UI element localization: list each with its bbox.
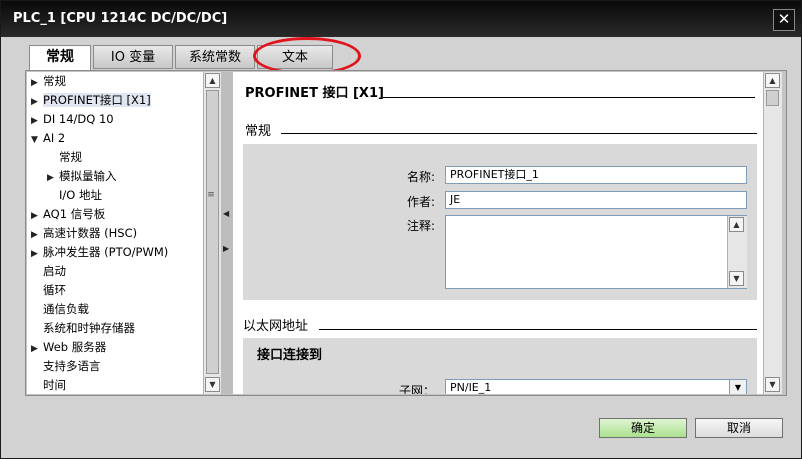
navigation-tree: ▶ 常规 ▶ PROFINET接口 [X1] ▶ DI 14/DQ 10 ▼ AI 2 常规 ▶ 模…	[27, 72, 203, 394]
general-heading: 常规	[245, 124, 272, 139]
cancel-button[interactable]: 取消	[695, 418, 783, 438]
tree-item[interactable]: ▶ AQ1 信号板	[31, 205, 105, 224]
tree-item[interactable]: ▶ 常规	[31, 72, 66, 91]
properties-dialog: PLC_1 [CPU 1214C DC/DC/DC] ✕ 常规 IO 变量 系统…	[0, 0, 802, 459]
tree-item-label: 模拟量输入	[59, 169, 117, 183]
tree-item[interactable]: 时间	[31, 376, 66, 394]
properties-content: PROFINET 接口 [X1] 常规 名称: PROFINET接口_1 作者:…	[233, 72, 763, 394]
ethernet-heading: 以太网地址	[243, 319, 309, 334]
tree-item[interactable]: ▶ Web 服务器	[31, 338, 106, 357]
chevron-down-icon[interactable]: ▼	[31, 131, 43, 150]
subnet-select[interactable]: PN/IE_1 ▼	[445, 379, 747, 394]
name-label: 名称:	[406, 170, 435, 184]
scroll-down-icon[interactable]: ▼	[765, 377, 780, 392]
tree-item[interactable]: 常规	[47, 148, 82, 167]
tree-item-label: AQ1 信号板	[43, 207, 106, 221]
scroll-thumb[interactable]	[206, 90, 219, 374]
section-title: PROFINET 接口 [X1]	[245, 86, 384, 101]
author-label: 作者:	[406, 195, 435, 209]
tree-item-label: AI 2	[43, 131, 66, 145]
tree-item-label: 常规	[43, 74, 66, 88]
scroll-up-icon[interactable]: ▲	[765, 73, 780, 88]
tree-item-label: 系统和时钟存储器	[43, 321, 135, 335]
panel-splitter[interactable]: ◀ ▶	[221, 72, 233, 394]
content-scrollbar[interactable]: ▲ ▼	[763, 72, 782, 394]
window-title: PLC_1 [CPU 1214C DC/DC/DC]	[13, 11, 228, 26]
tree-item-label: DI 14/DQ 10	[43, 112, 114, 126]
close-icon[interactable]: ✕	[773, 9, 795, 31]
author-field[interactable]: JE	[445, 191, 747, 209]
title-bar[interactable]: PLC_1 [CPU 1214C DC/DC/DC] ✕	[1, 1, 801, 37]
tree-item-label: 支持多语言	[43, 359, 101, 373]
tree-item[interactable]: ▶ 脉冲发生器 (PTO/PWM)	[31, 243, 168, 262]
tree-item[interactable]: 支持多语言	[31, 357, 101, 376]
tree-item[interactable]: 启动	[31, 262, 66, 281]
tree-item-label: 通信负载	[43, 302, 89, 316]
ok-button[interactable]: 确定	[599, 418, 687, 438]
scroll-down-icon[interactable]: ▼	[729, 271, 744, 286]
tree-item[interactable]: 通信负载	[31, 300, 89, 319]
tree-item-label: Web 服务器	[43, 340, 107, 354]
tree-item-label: 循环	[43, 283, 66, 297]
tree-item-label: 高速计数器 (HSC)	[43, 226, 138, 240]
tree-item-label: 脉冲发生器 (PTO/PWM)	[43, 245, 169, 259]
ethernet-divider	[319, 329, 757, 330]
tree-item-label: PROFINET接口 [X1]	[43, 93, 151, 107]
tree-item[interactable]: 循环	[31, 281, 66, 300]
tree-item[interactable]: ▶ 高速计数器 (HSC)	[31, 224, 137, 243]
subnet-value: PN/IE_1	[450, 381, 492, 394]
scroll-up-icon[interactable]: ▲	[729, 217, 744, 232]
comment-scrollbar[interactable]: ▲ ▼	[727, 216, 747, 288]
tree-item[interactable]: ▶ DI 14/DQ 10	[31, 110, 114, 129]
expand-right-icon[interactable]: ▶	[223, 244, 229, 253]
tab-io-tags[interactable]: IO 变量	[93, 45, 173, 69]
tab-system-constants[interactable]: 系统常数	[175, 45, 255, 69]
tree-item-label: I/O 地址	[59, 188, 102, 202]
name-field[interactable]: PROFINET接口_1	[445, 166, 747, 184]
tree-item[interactable]: ▶ PROFINET接口 [X1]	[31, 91, 151, 110]
scroll-thumb[interactable]	[766, 90, 779, 106]
tree-item-label: 启动	[43, 264, 66, 278]
interface-heading: 接口连接到	[257, 348, 323, 363]
section-divider	[383, 97, 755, 98]
tree-item[interactable]: ▼ AI 2	[31, 129, 65, 148]
chevron-down-icon[interactable]: ▼	[729, 380, 746, 394]
general-divider	[281, 133, 757, 134]
scroll-up-icon[interactable]: ▲	[205, 73, 220, 88]
tree-item-label: 常规	[59, 150, 82, 164]
tree-item[interactable]: 系统和时钟存储器	[31, 319, 135, 338]
tree-scrollbar[interactable]: ▲ ≡ ▼	[203, 72, 222, 394]
tree-item-label: 时间	[43, 378, 66, 392]
tree-item[interactable]: I/O 地址	[47, 186, 102, 205]
subnet-label: 子网：	[398, 384, 435, 394]
grip-icon: ≡	[207, 190, 215, 200]
collapse-left-icon[interactable]: ◀	[223, 209, 229, 218]
scroll-down-icon[interactable]: ▼	[205, 377, 220, 392]
comment-field[interactable]	[445, 215, 747, 289]
tree-item[interactable]: ▶ 模拟量输入	[47, 167, 117, 186]
tab-general[interactable]: 常规	[29, 45, 91, 72]
comment-label: 注释:	[406, 219, 435, 233]
